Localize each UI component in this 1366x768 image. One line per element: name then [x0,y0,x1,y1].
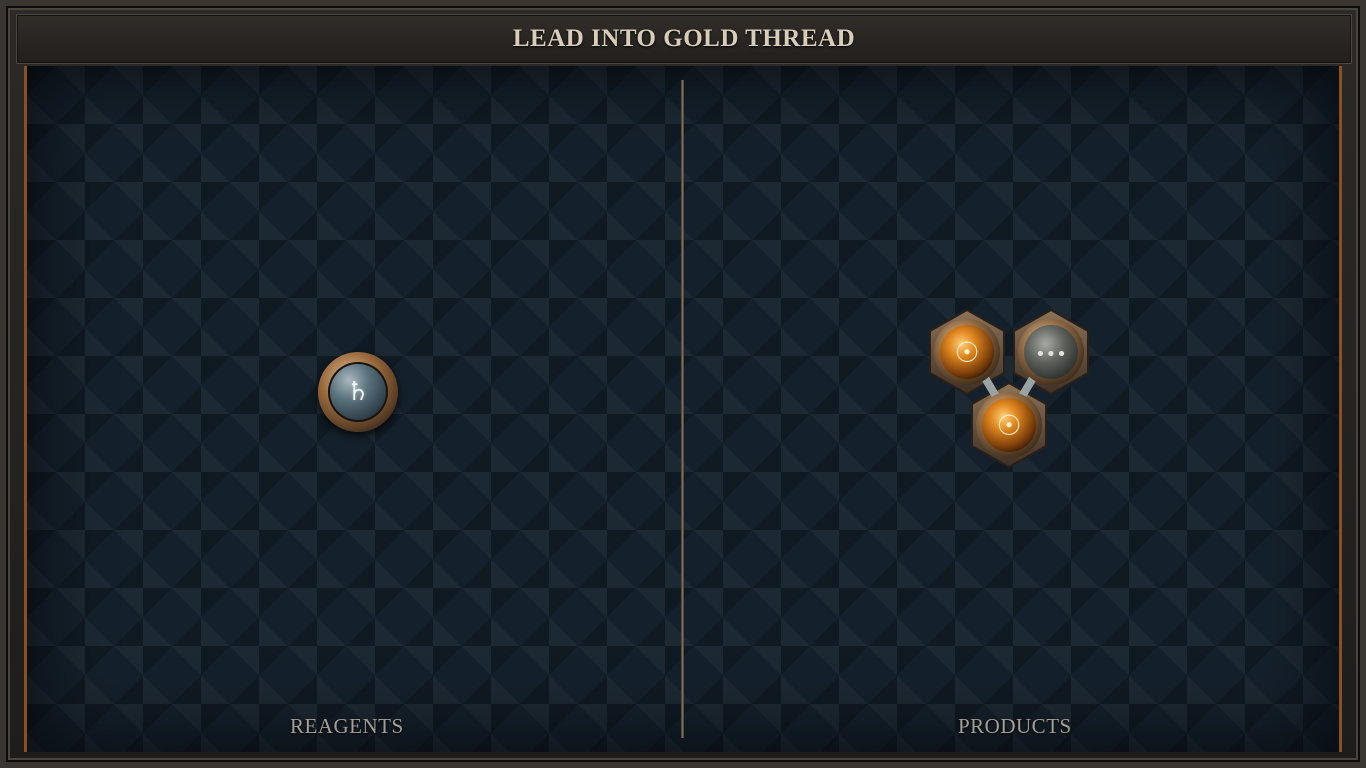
puzzle-title: LEAD INTO GOLD THREAD [512,25,856,52]
ellipsis-icon: ••• [1035,344,1067,365]
products-label: PRODUCTS [958,714,1072,738]
panel-divider [681,80,684,738]
lead-symbol-icon: ♄ [346,377,370,407]
lead-atom-core: ♄ [328,362,388,422]
title-bar: LEAD INTO GOLD THREAD [16,14,1352,64]
gold-symbol-icon-1: ☉ [954,336,979,369]
product-molecule[interactable]: ☉ ••• ☉ [920,305,1100,480]
reagent-lead-atom[interactable]: ♄ [318,352,398,432]
gold-symbol-icon-2: ☉ [996,409,1021,442]
reagents-label: REAGENTS [290,714,404,738]
